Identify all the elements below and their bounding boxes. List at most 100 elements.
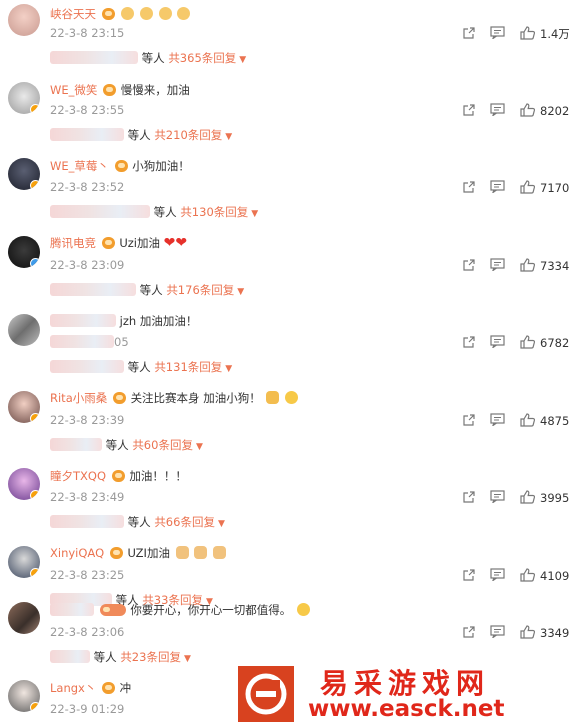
- avatar[interactable]: [8, 4, 40, 36]
- comment-time: 22-3-9 01:29: [50, 702, 125, 716]
- share-icon[interactable]: [462, 258, 476, 272]
- comment-time: 05: [114, 335, 129, 349]
- logo-mark-icon: [245, 673, 287, 715]
- share-icon[interactable]: [462, 335, 476, 349]
- comment-icon[interactable]: [490, 26, 505, 39]
- reply-summary[interactable]: 等人 共176条回复 ▼: [50, 282, 244, 298]
- reply-people: 等人: [127, 128, 151, 142]
- reply-summary[interactable]: 等人 共210条回复 ▼: [50, 127, 232, 143]
- avatar[interactable]: [8, 546, 40, 578]
- kiss-emoji-icon: [296, 603, 310, 616]
- reply-summary[interactable]: 等人 共60条回复 ▼: [50, 437, 203, 453]
- avatar[interactable]: [8, 236, 40, 268]
- fan-badge-icon: [102, 682, 116, 694]
- comment-icon[interactable]: [490, 180, 505, 193]
- username[interactable]: 峡谷天天: [50, 7, 96, 21]
- comment-icon[interactable]: [490, 103, 505, 116]
- reply-summary[interactable]: 等人 共130条回复 ▼: [50, 204, 258, 220]
- action-bar: 4109: [462, 568, 580, 584]
- thumbs-up-icon[interactable]: [520, 180, 535, 194]
- blurred-usernames: [50, 283, 136, 296]
- comment-text: 慢慢来，加油: [120, 83, 190, 97]
- avatar[interactable]: [8, 158, 40, 190]
- comment-time-container: 05: [50, 335, 129, 349]
- blurred-username: [50, 314, 116, 327]
- blurred-usernames: [50, 438, 102, 451]
- username[interactable]: Langx丶: [50, 681, 96, 695]
- action-bar: 3995: [462, 490, 580, 506]
- avatar[interactable]: [8, 314, 40, 346]
- blurred-usernames: [50, 650, 90, 663]
- comment-icon[interactable]: [490, 258, 505, 271]
- action-bar: 6782: [462, 335, 580, 351]
- comment-text: UZI加油: [127, 546, 170, 560]
- fan-badge-icon: [111, 470, 125, 482]
- share-icon[interactable]: [462, 490, 476, 504]
- share-icon[interactable]: [462, 568, 476, 582]
- thumbs-up-icon[interactable]: [520, 103, 535, 117]
- chevron-down-icon[interactable]: ▼: [225, 364, 232, 374]
- username[interactable]: Rita小雨桑: [50, 391, 107, 405]
- avatar[interactable]: [8, 468, 40, 500]
- chevron-down-icon[interactable]: ▼: [196, 442, 203, 452]
- comment-text: Uzi加油: [119, 236, 160, 250]
- blurred-usernames: [50, 128, 124, 141]
- username[interactable]: WE_草莓丶: [50, 159, 109, 173]
- blurred-time: [50, 335, 114, 348]
- username[interactable]: 瞳夕TXQQ: [50, 469, 106, 483]
- chevron-down-icon[interactable]: ▼: [184, 654, 191, 664]
- comment-time: 22-3-8 23:09: [50, 258, 125, 272]
- like-count: 3349: [540, 626, 570, 640]
- reply-count[interactable]: 共131条回复: [154, 360, 222, 374]
- thumbs-up-icon[interactable]: [520, 625, 535, 639]
- reply-count[interactable]: 共66条回复: [154, 515, 215, 529]
- reply-count[interactable]: 共60条回复: [132, 438, 193, 452]
- verified-badge-icon: [30, 568, 40, 578]
- reply-count[interactable]: 共210条回复: [154, 128, 222, 142]
- comment-text: 小狗加油！: [132, 159, 190, 173]
- chevron-down-icon[interactable]: ▼: [239, 55, 246, 65]
- thumbs-up-icon[interactable]: [520, 335, 535, 349]
- blurred-usernames: [50, 360, 124, 373]
- reply-summary[interactable]: 等人 共23条回复 ▼: [50, 649, 191, 665]
- action-bar: 3349: [462, 625, 580, 641]
- share-icon[interactable]: [462, 625, 476, 639]
- comment-icon[interactable]: [490, 625, 505, 638]
- comment-icon[interactable]: [490, 413, 505, 426]
- share-icon[interactable]: [462, 103, 476, 117]
- chevron-down-icon[interactable]: ▼: [218, 519, 225, 529]
- avatar[interactable]: [8, 391, 40, 423]
- share-icon[interactable]: [462, 26, 476, 40]
- comment-icon[interactable]: [490, 490, 505, 503]
- thumbs-up-icon[interactable]: [520, 413, 535, 427]
- thumbs-up-emoji-icon: [175, 546, 189, 559]
- reply-count[interactable]: 共176条回复: [166, 283, 234, 297]
- username[interactable]: 腾讯电竞: [50, 236, 96, 250]
- like-count: 6782: [540, 336, 570, 350]
- reply-count[interactable]: 共365条回复: [168, 51, 236, 65]
- thumbs-up-icon[interactable]: [520, 26, 535, 40]
- share-icon[interactable]: [462, 180, 476, 194]
- reply-summary[interactable]: 等人 共131条回复 ▼: [50, 359, 232, 375]
- reply-summary[interactable]: 等人 共66条回复 ▼: [50, 514, 225, 530]
- thumbs-up-icon[interactable]: [520, 258, 535, 272]
- fan-badge-icon: [99, 604, 126, 616]
- crying-emoji-icon: [285, 391, 299, 404]
- chevron-down-icon[interactable]: ▼: [251, 209, 258, 219]
- reply-count[interactable]: 共23条回复: [120, 650, 181, 664]
- username[interactable]: WE_微笑: [50, 83, 97, 97]
- share-icon[interactable]: [462, 413, 476, 427]
- comment-icon[interactable]: [490, 568, 505, 581]
- avatar[interactable]: [8, 680, 40, 712]
- reply-count[interactable]: 共130条回复: [180, 205, 248, 219]
- avatar[interactable]: [8, 82, 40, 114]
- avatar[interactable]: [8, 602, 40, 634]
- comment-icon[interactable]: [490, 335, 505, 348]
- chevron-down-icon[interactable]: ▼: [225, 132, 232, 142]
- thumbs-up-icon[interactable]: [520, 568, 535, 582]
- thumbs-up-emoji-icon: [194, 546, 208, 559]
- chevron-down-icon[interactable]: ▼: [237, 287, 244, 297]
- thumbs-up-icon[interactable]: [520, 490, 535, 504]
- reply-summary[interactable]: 等人 共365条回复 ▼: [50, 50, 246, 66]
- username[interactable]: XinyiQAQ: [50, 546, 104, 560]
